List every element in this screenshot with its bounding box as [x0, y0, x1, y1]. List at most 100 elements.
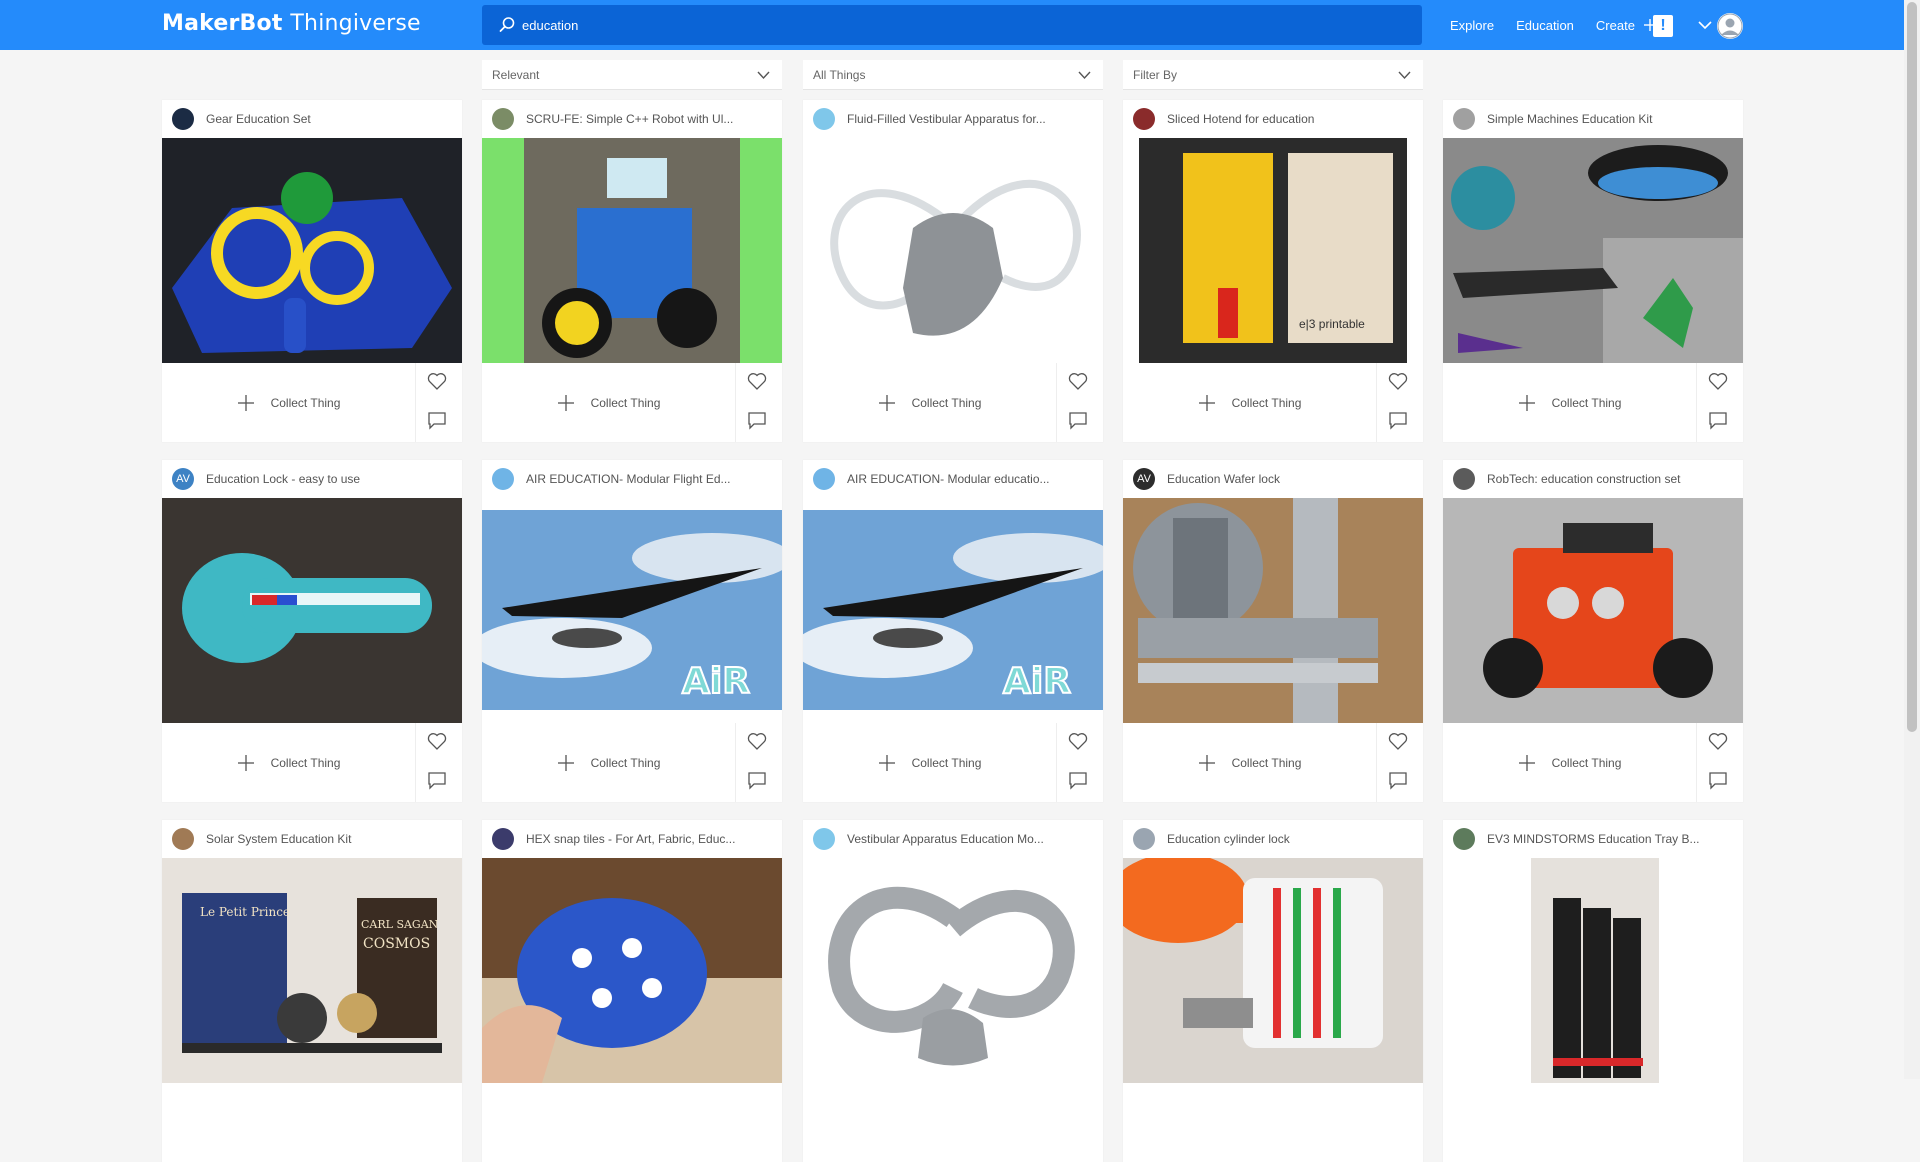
- thing-card[interactable]: AV Education Wafer lock Collect Thing: [1123, 460, 1423, 802]
- like-button[interactable]: [1067, 370, 1091, 392]
- thing-title[interactable]: AIR EDUCATION- Modular educatio...: [847, 472, 1050, 486]
- thing-title[interactable]: EV3 MINDSTORMS Education Tray B...: [1487, 832, 1700, 846]
- creator-avatar[interactable]: [492, 828, 514, 850]
- like-button[interactable]: [426, 730, 450, 752]
- type-dropdown[interactable]: All Things: [803, 60, 1103, 90]
- makerbot-thingiverse-logo[interactable]: MakerBot Thingiverse: [162, 11, 421, 36]
- comment-button[interactable]: [1387, 769, 1411, 791]
- thing-card[interactable]: Simple Machines Education Kit Collect Th…: [1443, 100, 1743, 442]
- nav-create-link[interactable]: Create: [1596, 18, 1657, 33]
- comment-button[interactable]: [1067, 769, 1091, 791]
- creator-avatar[interactable]: [813, 828, 835, 850]
- comment-button[interactable]: [1387, 409, 1411, 431]
- thing-title[interactable]: HEX snap tiles - For Art, Fabric, Educ..…: [526, 832, 735, 846]
- thing-card[interactable]: Fluid-Filled Vestibular Apparatus for...…: [803, 100, 1103, 442]
- like-button[interactable]: [426, 370, 450, 392]
- creator-avatar[interactable]: AV: [1133, 468, 1155, 490]
- thing-thumbnail[interactable]: [1443, 498, 1743, 723]
- collect-thing-button[interactable]: Collect Thing: [803, 723, 1057, 802]
- thing-title[interactable]: Solar System Education Kit: [206, 832, 351, 846]
- comment-button[interactable]: [1707, 769, 1731, 791]
- creator-avatar[interactable]: [1133, 828, 1155, 850]
- thing-thumbnail[interactable]: [482, 138, 782, 363]
- like-button[interactable]: [1707, 370, 1731, 392]
- thing-title[interactable]: Simple Machines Education Kit: [1487, 112, 1652, 126]
- thing-thumbnail[interactable]: [162, 498, 462, 723]
- comment-button[interactable]: [426, 409, 450, 431]
- like-button[interactable]: [746, 730, 770, 752]
- thing-title[interactable]: SCRU-FE: Simple C++ Robot with Ul...: [526, 112, 733, 126]
- thing-title[interactable]: Education Wafer lock: [1167, 472, 1280, 486]
- thing-card[interactable]: EV3 MINDSTORMS Education Tray B...: [1443, 820, 1743, 1162]
- collect-thing-button[interactable]: Collect Thing: [1443, 363, 1697, 442]
- creator-avatar[interactable]: [813, 468, 835, 490]
- thing-title[interactable]: RobTech: education construction set: [1487, 472, 1680, 486]
- thing-title[interactable]: Fluid-Filled Vestibular Apparatus for...: [847, 112, 1046, 126]
- creator-avatar[interactable]: AV: [172, 468, 194, 490]
- creator-avatar[interactable]: [172, 828, 194, 850]
- thing-card[interactable]: AV Education Lock - easy to use Collect …: [162, 460, 462, 802]
- thing-title[interactable]: Vestibular Apparatus Education Mo...: [847, 832, 1044, 846]
- search-input[interactable]: [522, 5, 1402, 45]
- thing-card[interactable]: SCRU-FE: Simple C++ Robot with Ul... Col…: [482, 100, 782, 442]
- thing-card[interactable]: Gear Education Set Collect Thing: [162, 100, 462, 442]
- creator-avatar[interactable]: [172, 108, 194, 130]
- thing-title[interactable]: AIR EDUCATION- Modular Flight Ed...: [526, 472, 731, 486]
- collect-thing-button[interactable]: Collect Thing: [162, 363, 416, 442]
- notification-alert-icon[interactable]: !: [1653, 15, 1673, 37]
- like-button[interactable]: [1387, 370, 1411, 392]
- thing-thumbnail[interactable]: [162, 138, 462, 363]
- like-button[interactable]: [1387, 730, 1411, 752]
- comment-button[interactable]: [1707, 409, 1731, 431]
- nav-education-link[interactable]: Education: [1516, 18, 1574, 33]
- comment-button[interactable]: [1067, 409, 1091, 431]
- thing-title[interactable]: Gear Education Set: [206, 112, 311, 126]
- thing-thumbnail[interactable]: [1123, 498, 1423, 723]
- thing-thumbnail[interactable]: AiR: [803, 498, 1103, 723]
- creator-avatar[interactable]: [813, 108, 835, 130]
- comment-button[interactable]: [746, 769, 770, 791]
- like-button[interactable]: [1707, 730, 1731, 752]
- thing-thumbnail[interactable]: [803, 138, 1103, 363]
- collect-thing-button[interactable]: Collect Thing: [482, 363, 736, 442]
- page-scrollbar-thumb[interactable]: [1907, 2, 1917, 732]
- like-button[interactable]: [746, 370, 770, 392]
- collect-thing-button[interactable]: Collect Thing: [1123, 363, 1377, 442]
- thing-card[interactable]: Education cylinder lock: [1123, 820, 1423, 1162]
- creator-avatar[interactable]: [1453, 468, 1475, 490]
- thing-thumbnail[interactable]: [803, 858, 1103, 1083]
- filter-by-dropdown[interactable]: Filter By: [1123, 60, 1423, 90]
- thing-thumbnail[interactable]: [1443, 138, 1743, 363]
- collect-thing-button[interactable]: Collect Thing: [162, 723, 416, 802]
- creator-avatar[interactable]: [1453, 828, 1475, 850]
- collect-thing-button[interactable]: Collect Thing: [1123, 723, 1377, 802]
- nav-explore-link[interactable]: Explore: [1450, 18, 1494, 33]
- chevron-down-icon[interactable]: [1698, 19, 1712, 31]
- sort-dropdown[interactable]: Relevant: [482, 60, 782, 90]
- like-button[interactable]: [1067, 730, 1091, 752]
- thing-thumbnail[interactable]: [1123, 858, 1423, 1083]
- thing-card[interactable]: HEX snap tiles - For Art, Fabric, Educ..…: [482, 820, 782, 1162]
- thing-card[interactable]: AIR EDUCATION- Modular Flight Ed... AiR …: [482, 460, 782, 802]
- thing-card[interactable]: Sliced Hotend for education e|3 printabl…: [1123, 100, 1423, 442]
- thing-thumbnail[interactable]: [1443, 858, 1743, 1083]
- thing-thumbnail[interactable]: e|3 printable: [1123, 138, 1423, 363]
- thing-thumbnail[interactable]: Le Petit Prince CARL SAGAN COSMOS: [162, 858, 462, 1083]
- creator-avatar[interactable]: [1453, 108, 1475, 130]
- creator-avatar[interactable]: [492, 108, 514, 130]
- thing-title[interactable]: Sliced Hotend for education: [1167, 112, 1314, 126]
- comment-button[interactable]: [746, 409, 770, 431]
- thing-thumbnail[interactable]: [482, 858, 782, 1083]
- thing-title[interactable]: Education cylinder lock: [1167, 832, 1290, 846]
- creator-avatar[interactable]: [492, 468, 514, 490]
- creator-avatar[interactable]: [1133, 108, 1155, 130]
- collect-thing-button[interactable]: Collect Thing: [803, 363, 1057, 442]
- thing-card[interactable]: AIR EDUCATION- Modular educatio... AiR C…: [803, 460, 1103, 802]
- thing-card[interactable]: Vestibular Apparatus Education Mo...: [803, 820, 1103, 1162]
- collect-thing-button[interactable]: Collect Thing: [482, 723, 736, 802]
- comment-button[interactable]: [426, 769, 450, 791]
- thing-thumbnail[interactable]: AiR: [482, 498, 782, 723]
- thing-card[interactable]: RobTech: education construction set Coll…: [1443, 460, 1743, 802]
- thing-card[interactable]: Solar System Education Kit Le Petit Prin…: [162, 820, 462, 1162]
- user-avatar[interactable]: [1717, 13, 1743, 39]
